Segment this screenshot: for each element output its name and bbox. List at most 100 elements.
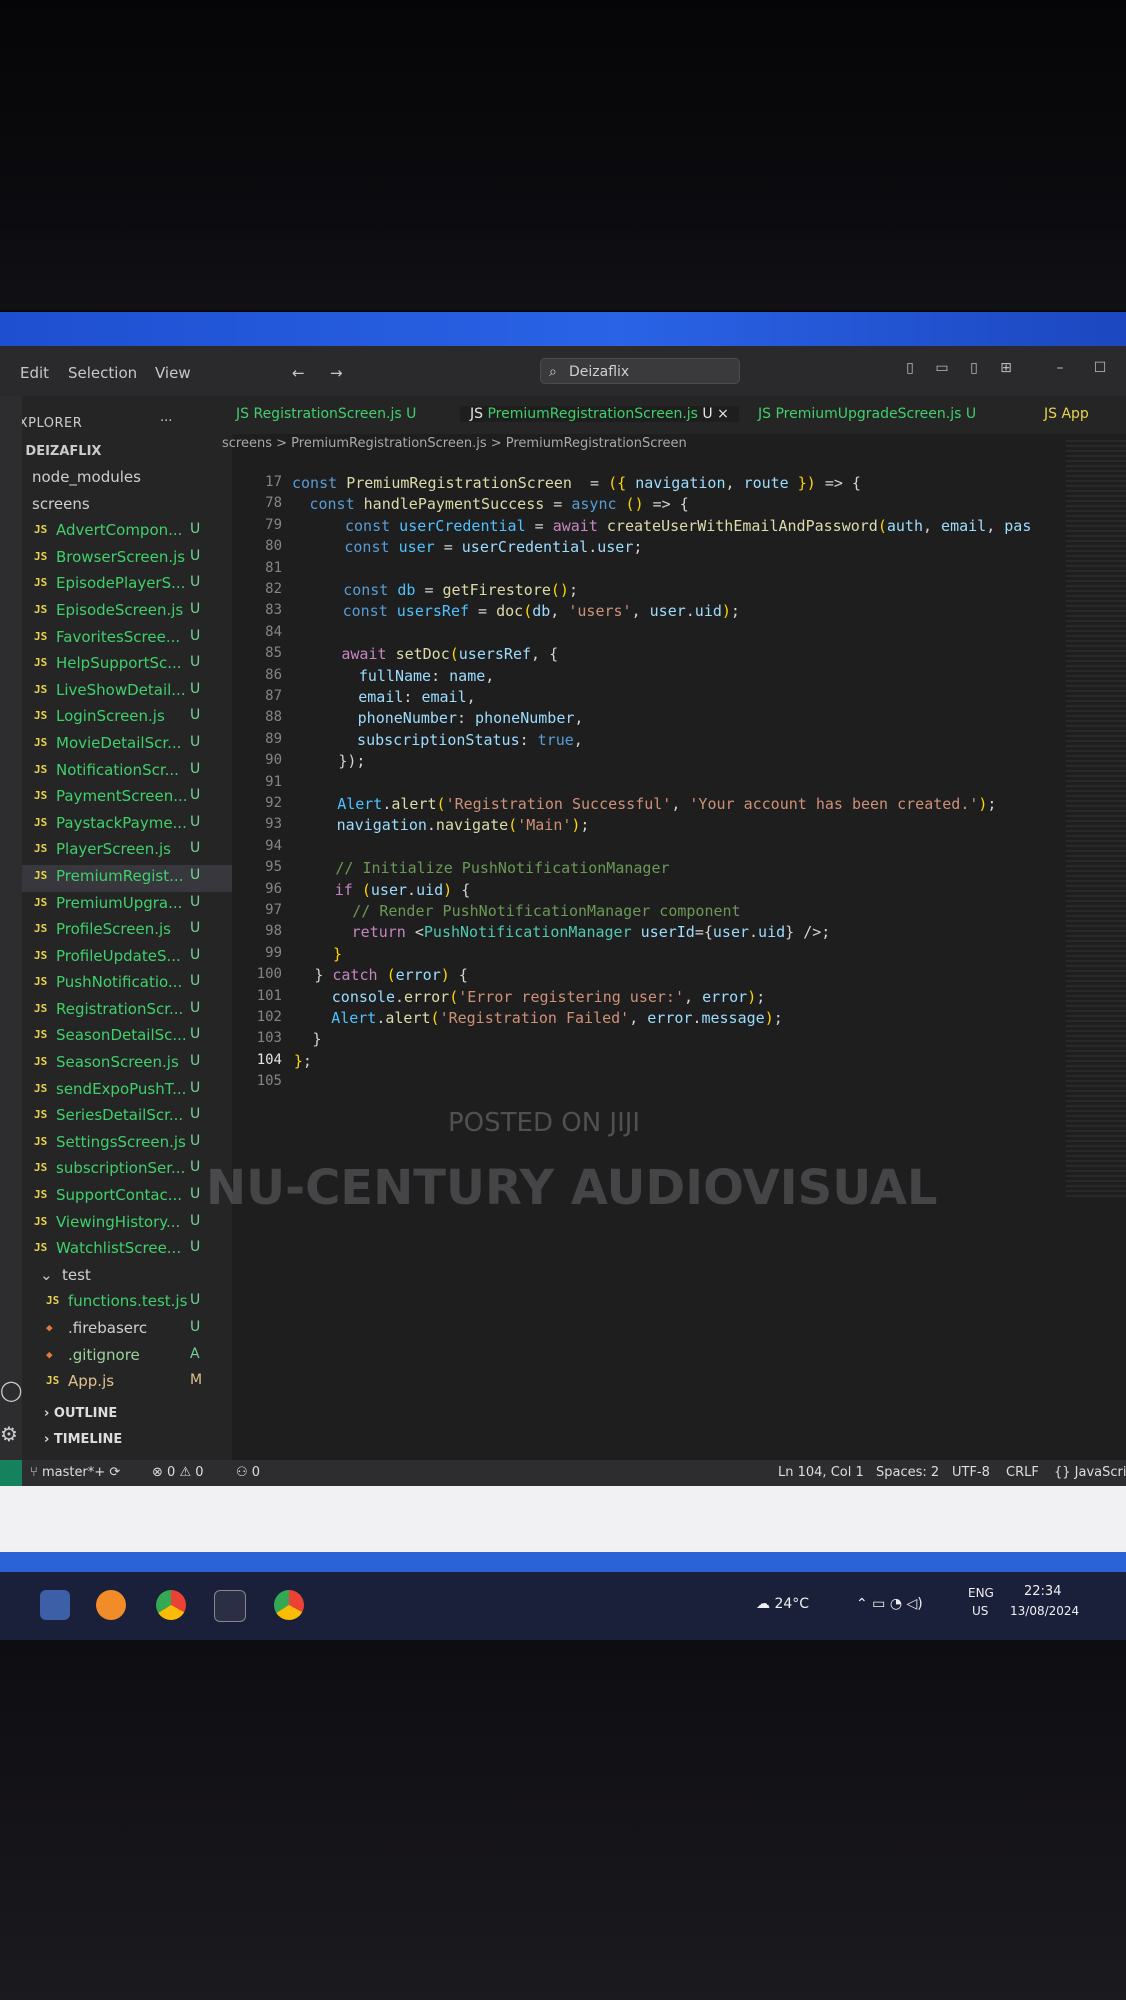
tray-icons[interactable]: ⌃ ▭ ◔ ◁) [856, 1596, 923, 1612]
code-line[interactable]: Alert.alert('Registration Failed', error… [277, 1009, 783, 1027]
tree-file[interactable]: ◆ .firebaserc U [10, 1317, 232, 1344]
tab-app[interactable]: JS App [1044, 406, 1089, 422]
tree-file[interactable]: JS App.js M [10, 1370, 232, 1397]
cursor-position[interactable]: Ln 104, Col 1 [778, 1465, 864, 1480]
code-line[interactable]: const db = getFirestore(); [289, 581, 578, 599]
code-line[interactable]: const PremiumRegistrationScreen = ({ nav… [292, 474, 861, 492]
tree-file[interactable]: JS PremiumUpgra... U [10, 892, 232, 919]
input-language[interactable]: ENG [968, 1586, 994, 1600]
menu-selection[interactable]: Selection [68, 364, 137, 382]
tree-file[interactable]: JS PaymentScreen... U [10, 785, 232, 812]
layout-panel-icon[interactable]: ▭ [932, 360, 952, 380]
tree-file[interactable]: JS FavoritesScree... U [10, 626, 232, 653]
tree-file[interactable]: JS SupportContac... U [10, 1184, 232, 1211]
file-explorer-icon[interactable] [40, 1590, 70, 1620]
encoding[interactable]: UTF-8 [952, 1465, 990, 1480]
chrome-icon[interactable] [156, 1590, 186, 1620]
tree-file[interactable]: JS functions.test.js U [10, 1290, 232, 1317]
tree-file[interactable]: JS EpisodePlayerS... U [10, 572, 232, 599]
code-line[interactable]: const handlePaymentSuccess = async () =>… [291, 495, 688, 513]
code-line[interactable]: phoneNumber: phoneNumber, [285, 709, 584, 727]
code-line[interactable]: await setDoc(usersRef, { [287, 645, 558, 663]
tree-file[interactable]: JS WatchlistScree... U [10, 1237, 232, 1264]
tree-file[interactable]: JS MovieDetailScr... U [10, 732, 232, 759]
tree-file[interactable]: JS sendExpoPushT... U [10, 1078, 232, 1105]
tree-file[interactable]: JS LoginScreen.js U [10, 705, 232, 732]
tab-registration-screen[interactable]: JS RegistrationScreen.js U [236, 406, 416, 422]
timeline-section[interactable]: › TIMELINE [44, 1432, 122, 1447]
tree-file[interactable]: JS PlayerScreen.js U [10, 838, 232, 865]
weather-widget[interactable]: ☁ 24°C [756, 1596, 809, 1612]
code-line[interactable]: }; [276, 1052, 312, 1070]
tab-premium-registration-screen[interactable]: JS PremiumRegistrationScreen.js U × [460, 406, 739, 422]
code-line[interactable]: const usersRef = doc(db, 'users', user.u… [288, 602, 740, 620]
code-line[interactable]: subscriptionStatus: true, [285, 731, 583, 749]
minimap[interactable] [1066, 440, 1126, 1200]
tree-folder[interactable]: ›node_modules [10, 466, 232, 493]
tree-file[interactable]: JS AdvertCompon... U [10, 519, 232, 546]
tab-premium-upgrade-screen[interactable]: JS PremiumUpgradeScreen.js U [758, 406, 976, 422]
outline-section[interactable]: › OUTLINE [44, 1406, 117, 1421]
code-line[interactable]: Alert.alert('Registration Successful', '… [283, 795, 996, 813]
code-editor[interactable]: 17 const PremiumRegistrationScreen = ({ n… [232, 452, 1052, 1212]
more-actions-icon[interactable]: ··· [160, 414, 172, 429]
code-line[interactable]: }); [284, 752, 365, 770]
tree-file[interactable]: JS HelpSupportSc... U [10, 652, 232, 679]
tree-folder[interactable]: ⌄screens [10, 493, 232, 520]
close-icon[interactable]: × [717, 406, 729, 422]
git-branch[interactable]: ⑂ master*+ ⟳ [30, 1465, 120, 1480]
app-icon[interactable] [96, 1590, 126, 1620]
tree-folder[interactable]: ⌄ test [10, 1264, 232, 1291]
tree-file[interactable]: JS SettingsScreen.js U [10, 1131, 232, 1158]
code-line[interactable]: // Initialize PushNotificationManager [281, 859, 669, 877]
clock-date[interactable]: 13/08/2024 [1010, 1604, 1079, 1618]
code-line[interactable]: return <PushNotificationManager userId={… [279, 923, 831, 941]
code-line[interactable]: } catch (error) { [278, 966, 468, 984]
layout-customize-icon[interactable]: ⊞ [996, 360, 1016, 380]
code-line[interactable]: navigation.navigate('Main'); [282, 816, 590, 834]
code-line[interactable]: email: email, [286, 688, 475, 706]
remote-icon[interactable] [0, 1460, 22, 1486]
terminal-app-icon[interactable] [214, 1590, 246, 1622]
maximize-icon[interactable]: ☐ [1090, 360, 1110, 380]
forward-arrow-icon[interactable]: → [330, 364, 343, 382]
code-line[interactable]: console.error('Error registering user:',… [278, 988, 766, 1006]
minimize-icon[interactable]: – [1050, 360, 1070, 380]
code-line[interactable]: const user = userCredential.user; [290, 538, 642, 556]
back-arrow-icon[interactable]: ← [292, 364, 305, 382]
code-line[interactable]: } [276, 1030, 322, 1048]
code-line[interactable]: if (user.uid) { [281, 881, 470, 899]
menu-edit[interactable]: Edit [20, 364, 49, 382]
tree-file[interactable]: JS PushNotificatio... U [10, 971, 232, 998]
tree-file[interactable]: ◆ .gitignore A [10, 1344, 232, 1371]
tree-file[interactable]: JS PaystackPayme... U [10, 812, 232, 839]
code-line[interactable]: fullName: name, [287, 667, 494, 685]
tree-file[interactable]: JS SeriesDetailScr... U [10, 1104, 232, 1131]
tree-file[interactable]: JS ProfileUpdateS... U [10, 945, 232, 972]
tree-file[interactable]: JS subscriptionSer... U [10, 1157, 232, 1184]
language-mode[interactable]: {} JavaScri [1054, 1465, 1126, 1480]
account-icon[interactable]: ◯ [0, 1378, 22, 1402]
tree-file[interactable]: JS NotificationScr... U [10, 759, 232, 786]
code-line[interactable]: const userCredential = await createUserW… [291, 517, 1031, 535]
tree-file[interactable]: JS ViewingHistory... U [10, 1211, 232, 1238]
menu-view[interactable]: View [155, 364, 191, 382]
tree-file[interactable]: JS RegistrationScr... U [10, 998, 232, 1025]
tree-file[interactable]: JS SeasonScreen.js U [10, 1051, 232, 1078]
tree-file[interactable]: JS BrowserScreen.js U [10, 546, 232, 573]
command-center-search[interactable]: ⌕ Deizaflix [540, 358, 740, 384]
problems-count[interactable]: ⊗ 0 ⚠ 0 [152, 1465, 204, 1480]
indentation[interactable]: Spaces: 2 [876, 1465, 939, 1480]
project-title[interactable]: ⌄ DEIZAFLIX [10, 444, 101, 459]
chrome-profile-icon[interactable] [274, 1590, 304, 1620]
tree-file[interactable]: JS PremiumRegist... U [10, 864, 232, 892]
tree-file[interactable]: JS LiveShowDetail... U [10, 679, 232, 706]
breadcrumb[interactable]: screens > PremiumRegistrationScreen.js >… [222, 436, 687, 451]
layout-secondary-icon[interactable]: ▯ [964, 360, 984, 380]
clock-time[interactable]: 22:34 [1024, 1584, 1061, 1599]
settings-gear-icon[interactable]: ⚙ [0, 1422, 18, 1446]
tree-file[interactable]: JS ProfileScreen.js U [10, 918, 232, 945]
layout-sidebar-icon[interactable]: ▯ [900, 360, 920, 380]
ports-count[interactable]: ⚇ 0 [236, 1465, 260, 1480]
tree-file[interactable]: JS SeasonDetailSc... U [10, 1024, 232, 1051]
